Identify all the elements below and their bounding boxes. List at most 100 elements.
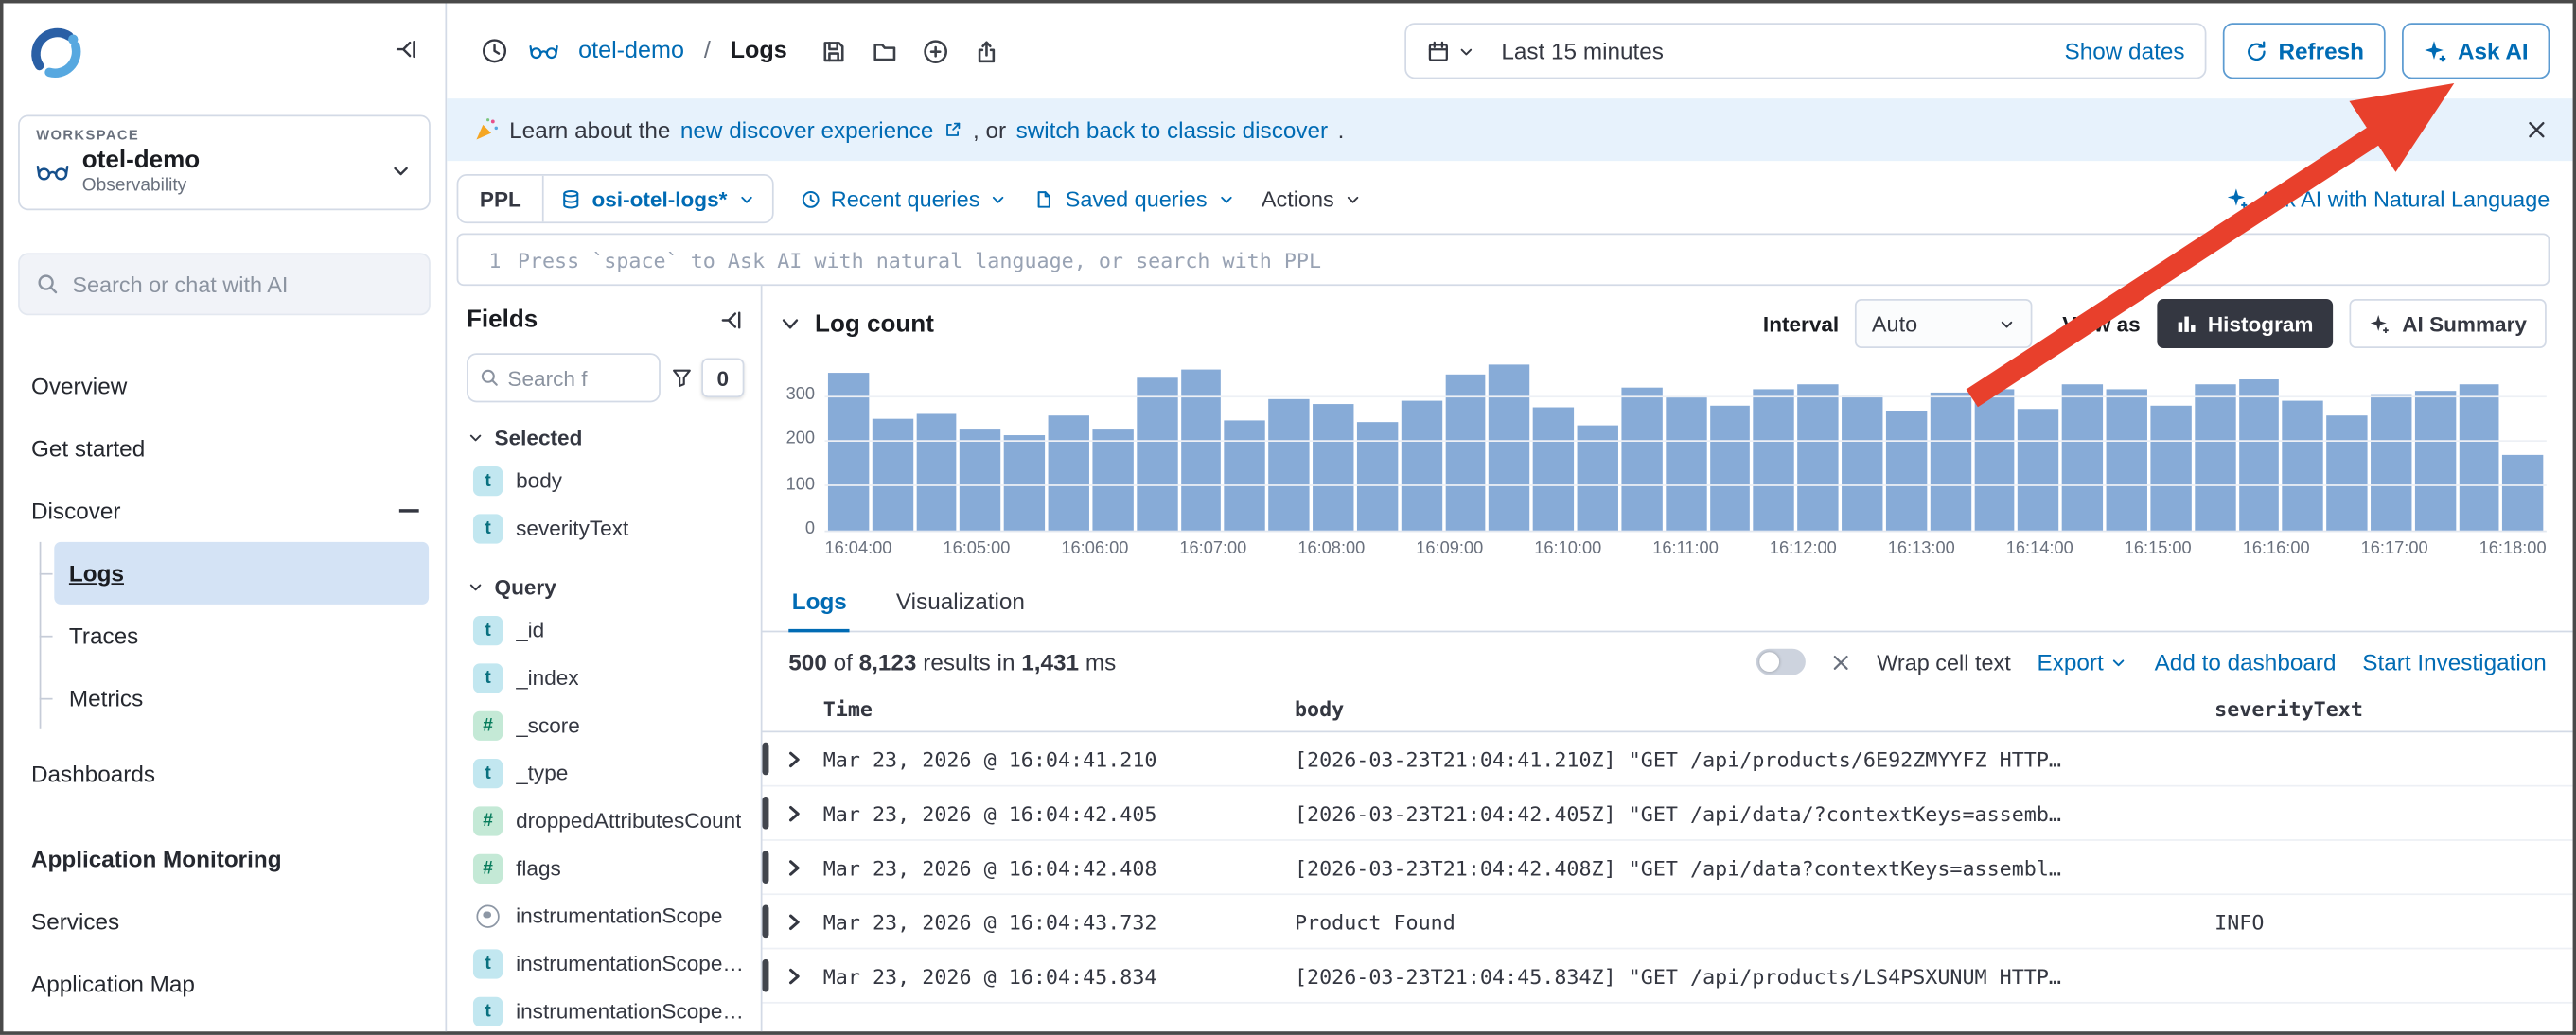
sidebar-item-traces[interactable]: Traces	[54, 605, 429, 667]
sidebar-collapse-icon[interactable]	[393, 36, 419, 62]
sidebar-item-application-monitoring[interactable]: Application Monitoring	[3, 828, 445, 890]
refresh-button[interactable]: Refresh	[2222, 23, 2385, 79]
histogram-bar[interactable]	[1445, 375, 1486, 531]
collapse-section-icon[interactable]	[399, 509, 419, 512]
histogram-bar[interactable]	[2195, 383, 2235, 530]
field-item[interactable]: tseverityText	[467, 504, 744, 552]
histogram-bar[interactable]	[1225, 420, 1265, 531]
histogram-view-button[interactable]: Histogram	[2157, 299, 2333, 348]
histogram-bar[interactable]	[1798, 383, 1839, 530]
fields-search-input[interactable]	[507, 365, 647, 390]
fields-filter-button[interactable]: 0	[670, 358, 744, 397]
query-language-button[interactable]: PPL	[458, 176, 544, 222]
saved-queries-button[interactable]: Saved queries	[1034, 186, 1235, 211]
field-item[interactable]: #flags	[467, 844, 744, 891]
histogram-bar[interactable]	[2238, 379, 2279, 531]
workspace-selector[interactable]: WORKSPACE otel-demo Observability	[18, 115, 431, 211]
histogram-bar[interactable]	[1313, 404, 1353, 531]
sidebar-item-get-started[interactable]: Get started	[3, 417, 445, 480]
collapse-chart-icon[interactable]	[779, 312, 802, 335]
histogram-bar[interactable]	[1666, 397, 1706, 531]
field-item[interactable]: tbody	[467, 457, 744, 504]
histogram-bar[interactable]	[1269, 399, 1310, 531]
banner-close-icon[interactable]	[2527, 120, 2547, 140]
expand-row-icon[interactable]	[785, 967, 803, 985]
histogram-bar[interactable]	[2283, 401, 2323, 530]
histogram-bar[interactable]	[1930, 393, 1970, 531]
field-item[interactable]: instrumentationScope	[467, 892, 744, 939]
query-editor[interactable]: 1 Press `space` to Ask AI with natural l…	[457, 234, 2550, 287]
calendar-icon[interactable]	[1425, 39, 1488, 63]
histogram-bar[interactable]	[2371, 395, 2411, 531]
save-icon[interactable]	[820, 37, 849, 65]
datasource-selector[interactable]: osi-otel-logs*	[544, 176, 771, 222]
histogram-bar[interactable]	[2107, 389, 2147, 531]
expand-row-icon[interactable]	[785, 749, 803, 767]
new-discover-link[interactable]: new discover experience	[680, 116, 934, 143]
sidebar-item-logs[interactable]: Logs	[54, 542, 429, 605]
table-row[interactable]: Mar 23, 2026 @ 16:04:42.405[2026-03-23T2…	[763, 787, 2573, 841]
histogram-bar[interactable]	[2503, 456, 2544, 531]
expand-row-icon[interactable]	[785, 912, 803, 930]
histogram-bar[interactable]	[2326, 415, 2367, 530]
date-range-picker[interactable]: Last 15 minutes Show dates	[1404, 23, 2206, 79]
expand-row-icon[interactable]	[785, 858, 803, 876]
histogram-bar[interactable]	[2150, 405, 2191, 531]
fields-collapse-icon[interactable]	[718, 307, 745, 333]
histogram-bar[interactable]	[2062, 383, 2103, 530]
table-row[interactable]: Mar 23, 2026 @ 16:04:41.210[2026-03-23T2…	[763, 732, 2573, 786]
sidebar-item-discover[interactable]: Discover	[3, 480, 445, 542]
time-range-value[interactable]: Last 15 minutes	[1501, 38, 1664, 64]
histogram-bar[interactable]	[1533, 407, 1574, 531]
table-row[interactable]: Mar 23, 2026 @ 16:04:45.834[2026-03-23T2…	[763, 949, 2573, 1003]
sidebar-item-application-map[interactable]: Application Map	[3, 953, 445, 1015]
fields-section-header[interactable]: Selected	[467, 426, 744, 450]
open-folder-icon[interactable]	[871, 37, 899, 65]
field-item[interactable]: t_id	[467, 606, 744, 654]
table-row[interactable]: Mar 23, 2026 @ 16:04:43.732Product Found…	[763, 895, 2573, 949]
recent-history-icon[interactable]	[480, 36, 509, 65]
histogram-bar[interactable]	[1974, 389, 2015, 531]
sidebar-search-input[interactable]	[72, 272, 412, 296]
col-severity[interactable]: severityText	[2214, 696, 2572, 721]
field-item[interactable]: t_index	[467, 654, 744, 701]
show-dates-link[interactable]: Show dates	[2065, 38, 2185, 64]
ask-ai-natural-language-button[interactable]: Ask AI with Natural Language	[2226, 186, 2550, 211]
sidebar-item-overview[interactable]: Overview	[3, 355, 445, 417]
fields-section-header[interactable]: Query	[467, 575, 744, 600]
histogram-bar[interactable]	[961, 429, 1001, 530]
sidebar-item-services[interactable]: Services	[3, 890, 445, 953]
sidebar-item-metrics[interactable]: Metrics	[54, 667, 429, 729]
interval-select[interactable]: Auto	[1856, 299, 2033, 348]
histogram-bar[interactable]	[2018, 410, 2058, 531]
histogram-bar[interactable]	[1886, 412, 1927, 531]
col-body[interactable]: body	[1295, 696, 2214, 721]
recent-queries-button[interactable]: Recent queries	[800, 186, 1008, 211]
histogram-bar[interactable]	[1004, 435, 1045, 531]
field-item[interactable]: #_score	[467, 701, 744, 748]
expand-row-icon[interactable]	[785, 804, 803, 822]
histogram-bar[interactable]	[1490, 365, 1530, 531]
add-to-dashboard-link[interactable]: Add to dashboard	[2155, 649, 2337, 675]
histogram-bar[interactable]	[1754, 390, 1794, 531]
histogram-bar[interactable]	[1709, 405, 1750, 531]
histogram-bar[interactable]	[1049, 414, 1089, 530]
histogram-bar[interactable]	[1137, 377, 1177, 530]
breadcrumb-workspace-link[interactable]: otel-demo	[578, 38, 684, 64]
tab-logs[interactable]: Logs	[788, 575, 850, 633]
histogram-bar[interactable]	[916, 413, 957, 530]
field-item[interactable]: tinstrumentationScope…	[467, 987, 744, 1031]
share-icon[interactable]	[973, 37, 1001, 65]
wrap-text-toggle[interactable]	[1756, 649, 1806, 675]
sidebar-item-dashboards[interactable]: Dashboards	[3, 743, 445, 805]
export-button[interactable]: Export	[2038, 649, 2128, 675]
ask-ai-button[interactable]: Ask AI	[2402, 23, 2550, 79]
actions-button[interactable]: Actions	[1262, 186, 1362, 211]
histogram-bar[interactable]	[2459, 383, 2499, 530]
histogram-bar[interactable]	[1621, 388, 1662, 531]
histogram-bar[interactable]	[873, 419, 913, 531]
tab-visualization[interactable]: Visualization	[892, 575, 1028, 631]
table-row[interactable]: Mar 23, 2026 @ 16:04:42.408[2026-03-23T2…	[763, 841, 2573, 895]
field-item[interactable]: #droppedAttributesCount	[467, 797, 744, 844]
fields-search[interactable]	[467, 353, 661, 402]
